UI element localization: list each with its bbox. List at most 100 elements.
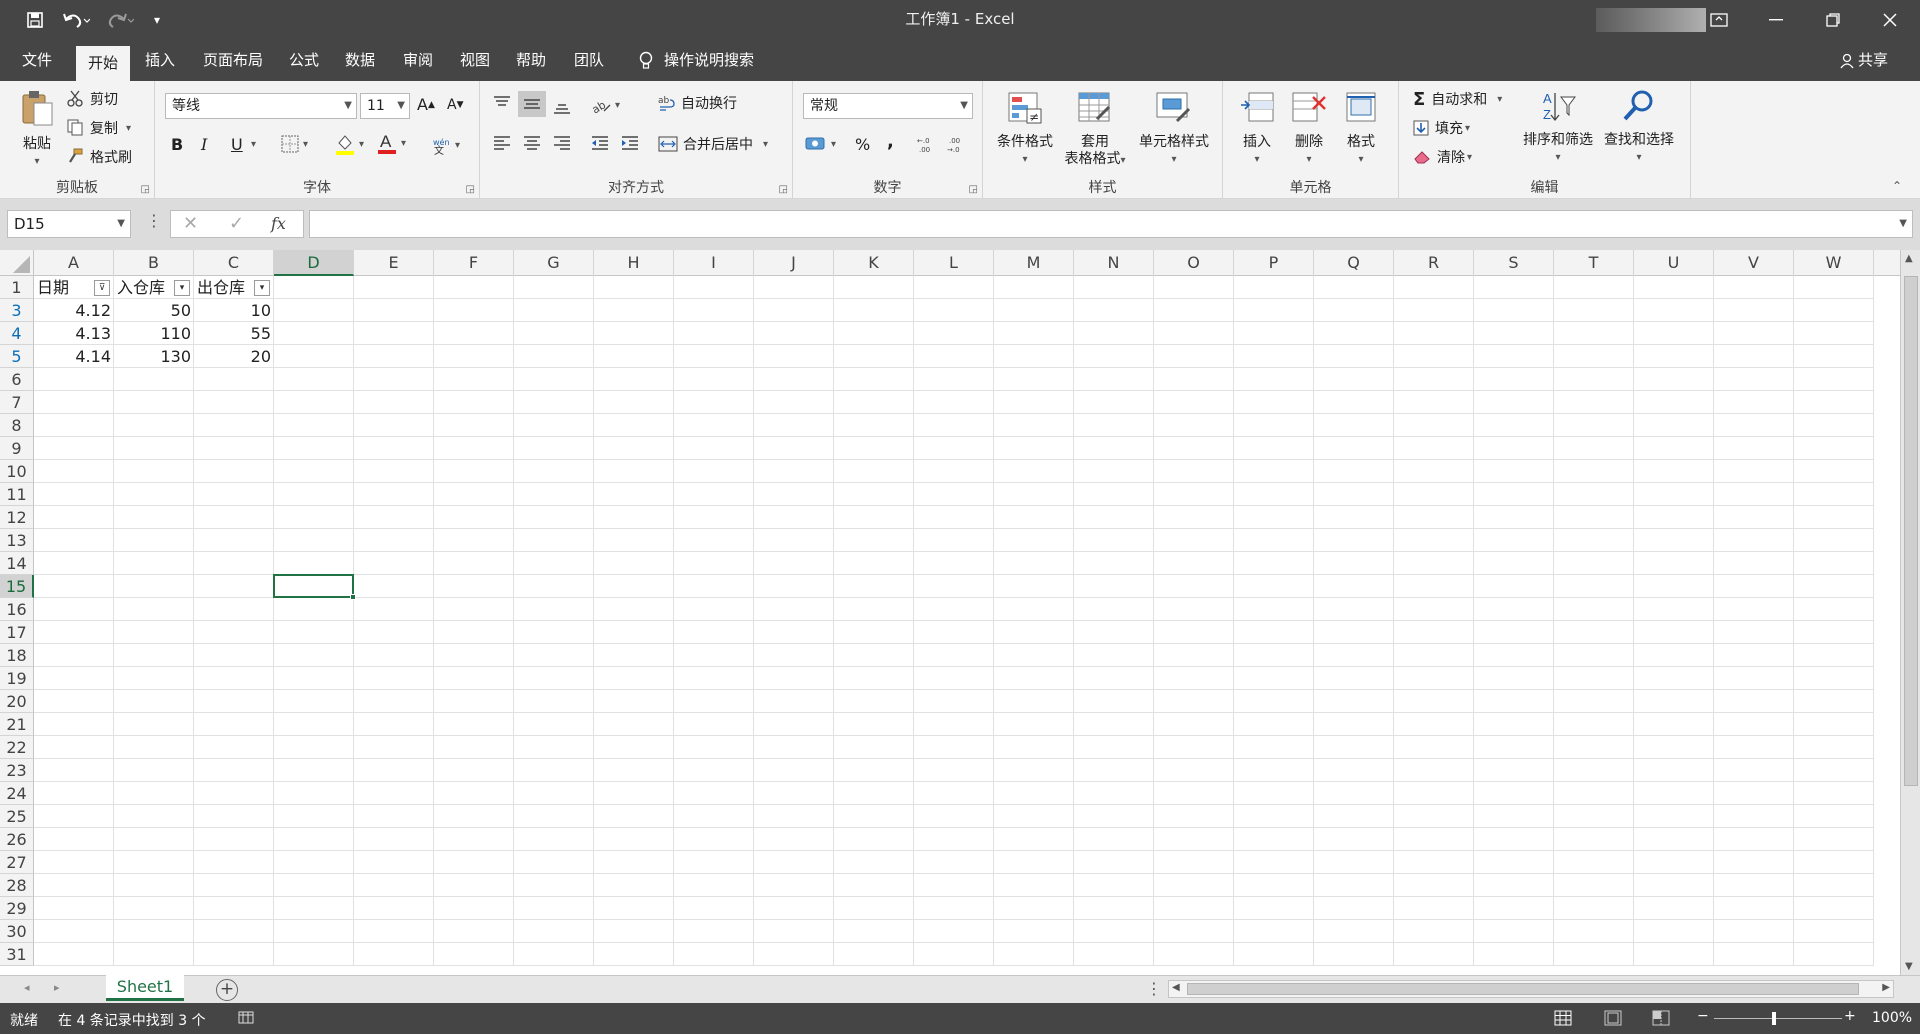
row-header-29[interactable]: 29 xyxy=(0,897,34,920)
wrap-text-button[interactable]: ab 自动换行 xyxy=(658,93,737,113)
column-header-n[interactable]: N xyxy=(1074,250,1154,276)
row-header-24[interactable]: 24 xyxy=(0,782,34,805)
cell-a4[interactable]: 4.13 xyxy=(34,322,114,345)
zoom-slider-thumb[interactable] xyxy=(1772,1012,1776,1025)
tab-formulas[interactable]: 公式 xyxy=(280,40,328,81)
decrease-decimal-icon[interactable]: .00 →.0 xyxy=(947,135,969,153)
number-dialog-launcher-icon[interactable]: ◲ xyxy=(969,184,978,195)
page-break-view-icon[interactable] xyxy=(1652,1010,1670,1030)
font-dialog-launcher-icon[interactable]: ◲ xyxy=(466,184,475,195)
increase-font-size-icon[interactable]: A ▲ xyxy=(417,95,435,114)
cell-b3[interactable]: 50 xyxy=(114,299,194,322)
new-sheet-plus-icon[interactable]: + xyxy=(216,979,238,1001)
row-header-27[interactable]: 27 xyxy=(0,851,34,874)
expand-formula-bar-icon[interactable]: ▼ xyxy=(1899,211,1907,237)
insert-cells-dropdown-icon[interactable]: ▾ xyxy=(1235,151,1279,168)
row-header-9[interactable]: 9 xyxy=(0,437,34,460)
name-box-dropdown-icon[interactable]: ▼ xyxy=(117,211,125,237)
column-header-g[interactable]: G xyxy=(514,250,594,276)
column-header-a[interactable]: A xyxy=(34,250,114,276)
column-header-k[interactable]: K xyxy=(834,250,914,276)
borders-dropdown-icon[interactable]: ▾ xyxy=(303,139,308,150)
font-name-dropdown-icon[interactable]: ▼ xyxy=(344,94,352,118)
row-header-23[interactable]: 23 xyxy=(0,759,34,782)
comma-style-button[interactable]: , xyxy=(887,131,894,152)
formula-input[interactable]: ▼ xyxy=(309,210,1913,238)
filter-applied-icon[interactable]: ⊽ xyxy=(94,280,110,296)
alignment-dialog-launcher-icon[interactable]: ◲ xyxy=(779,184,788,195)
row-header-11[interactable]: 11 xyxy=(0,483,34,506)
column-header-e[interactable]: E xyxy=(354,250,434,276)
cell-c4[interactable]: 55 xyxy=(194,322,274,345)
sheet-tab-sheet1[interactable]: Sheet1 xyxy=(106,975,184,1001)
number-format-dropdown-icon[interactable]: ▼ xyxy=(960,94,968,118)
restore-icon[interactable] xyxy=(1805,0,1861,40)
row-header-7[interactable]: 7 xyxy=(0,391,34,414)
filter-dropdown-icon[interactable]: ▾ xyxy=(174,280,190,296)
merge-center-button[interactable]: 合并后居中 ▾ xyxy=(658,134,768,154)
find-select-dropdown-icon[interactable]: ▾ xyxy=(1599,149,1679,166)
row-header-28[interactable]: 28 xyxy=(0,874,34,897)
row-header-19[interactable]: 19 xyxy=(0,667,34,690)
zoom-level[interactable]: 100% xyxy=(1872,1010,1912,1026)
tab-view[interactable]: 视图 xyxy=(451,40,499,81)
column-header-q[interactable]: Q xyxy=(1314,250,1394,276)
format-as-table-button[interactable]: 套用 表格格式▾ xyxy=(1059,91,1131,169)
align-center-icon[interactable] xyxy=(522,135,542,151)
copy-button[interactable]: 复制 ▾ xyxy=(66,116,131,140)
collapse-ribbon-icon[interactable]: ⌃ xyxy=(1892,179,1902,193)
header-cell-c[interactable]: 出仓库 ▾ xyxy=(194,276,274,299)
sort-filter-button[interactable]: AZ 排序和筛选 ▾ xyxy=(1519,89,1597,166)
row-header-14[interactable]: 14 xyxy=(0,552,34,575)
minimize-icon[interactable] xyxy=(1748,0,1804,40)
scroll-sheets-right-icon[interactable]: ▸ xyxy=(54,981,60,994)
fill-button[interactable]: 填充 ▾ xyxy=(1413,116,1470,140)
row-header-25[interactable]: 25 xyxy=(0,805,34,828)
align-bottom-icon[interactable] xyxy=(552,99,572,115)
format-painter-button[interactable]: 格式刷 xyxy=(66,145,132,169)
merge-center-dropdown-icon[interactable]: ▾ xyxy=(763,139,768,150)
tell-me-search[interactable]: 操作说明搜索 xyxy=(664,40,764,81)
cell-b5[interactable]: 130 xyxy=(114,345,194,368)
italic-button[interactable]: I xyxy=(201,135,207,154)
paste-button[interactable]: 粘贴 ▾ xyxy=(12,89,62,170)
column-header-v[interactable]: V xyxy=(1714,250,1794,276)
row-header-30[interactable]: 30 xyxy=(0,920,34,943)
horizontal-scrollbar[interactable]: ◀ ▶ xyxy=(1168,980,1894,998)
row-header-26[interactable]: 26 xyxy=(0,828,34,851)
scroll-up-icon[interactable]: ▲ xyxy=(1905,253,1913,264)
row-header-3[interactable]: 3 xyxy=(0,299,34,322)
format-cells-button[interactable]: 格式 ▾ xyxy=(1339,91,1383,168)
font-size-combo[interactable]: 11 ▼ xyxy=(360,93,410,119)
accounting-format-button[interactable]: ▾ xyxy=(805,135,836,153)
row-header-20[interactable]: 20 xyxy=(0,690,34,713)
phonetic-dropdown-icon[interactable]: ▾ xyxy=(455,140,460,151)
page-layout-view-icon[interactable] xyxy=(1604,1010,1622,1030)
cell-c5[interactable]: 20 xyxy=(194,345,274,368)
align-right-icon[interactable] xyxy=(552,135,572,151)
column-header-l[interactable]: L xyxy=(914,250,994,276)
close-icon[interactable] xyxy=(1862,0,1918,40)
align-top-icon[interactable] xyxy=(492,95,512,111)
horizontal-scroll-thumb[interactable] xyxy=(1187,983,1859,995)
column-header-i[interactable]: I xyxy=(674,250,754,276)
scroll-right-icon[interactable]: ▶ xyxy=(1882,982,1890,993)
copy-dropdown-icon[interactable]: ▾ xyxy=(126,123,131,134)
fill-handle[interactable] xyxy=(350,594,356,600)
normal-view-icon[interactable] xyxy=(1554,1010,1572,1030)
number-format-combo[interactable]: 常规 ▼ xyxy=(803,93,973,119)
autosum-dropdown-icon[interactable]: ▾ xyxy=(1497,94,1502,105)
header-cell-b[interactable]: 入仓库 ▾ xyxy=(114,276,194,299)
column-header-o[interactable]: O xyxy=(1154,250,1234,276)
align-middle-icon[interactable] xyxy=(518,91,546,117)
find-select-button[interactable]: 查找和选择 ▾ xyxy=(1599,89,1679,166)
ribbon-display-options-icon[interactable] xyxy=(1691,0,1747,40)
vertical-scrollbar[interactable]: ▲ ▼ xyxy=(1900,250,1920,975)
sort-filter-dropdown-icon[interactable]: ▾ xyxy=(1519,149,1597,166)
tab-insert[interactable]: 插入 xyxy=(136,40,184,81)
lightbulb-icon[interactable] xyxy=(632,40,660,81)
row-header-21[interactable]: 21 xyxy=(0,713,34,736)
clipboard-dialog-launcher-icon[interactable]: ◲ xyxy=(141,184,150,195)
formula-bar-grip-icon[interactable]: ⋮ xyxy=(146,211,162,230)
font-name-combo[interactable]: 等线 ▼ xyxy=(165,93,357,119)
